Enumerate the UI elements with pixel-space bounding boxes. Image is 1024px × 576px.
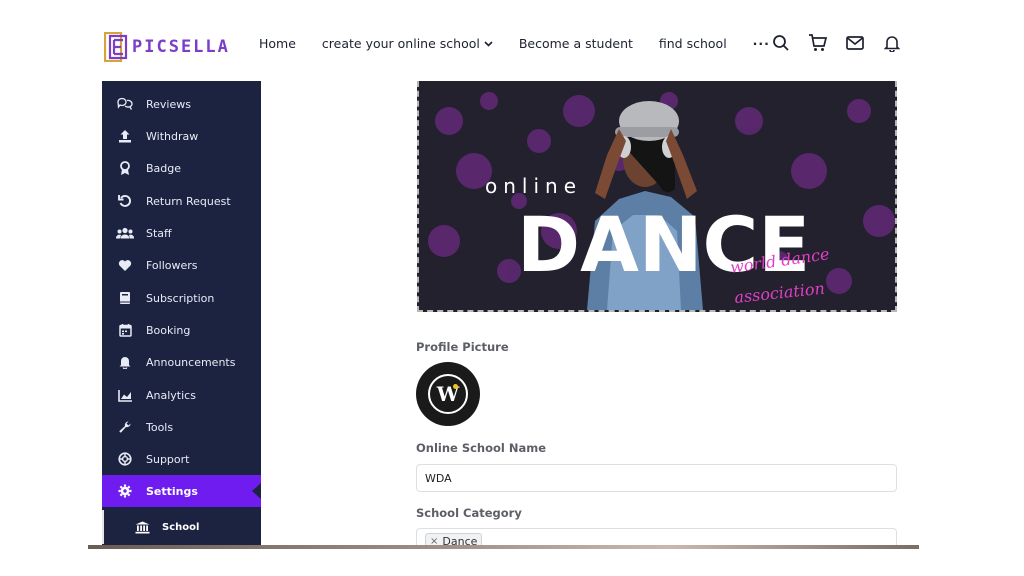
sidebar-item-booking[interactable]: Booking — [102, 314, 261, 346]
wrench-icon — [116, 419, 134, 435]
sidebar-item-label: Settings — [146, 484, 198, 498]
sidebar-item-settings[interactable]: Settings — [102, 475, 261, 507]
sidebar-item-announcements[interactable]: Announcements — [102, 346, 261, 378]
chart-icon — [116, 387, 134, 403]
banner-word-big: DANCE — [517, 200, 810, 289]
nav-create-school-label: create your online school — [321, 36, 480, 51]
sidebar-subitem-label: School — [162, 521, 200, 533]
logo-mark-icon — [103, 31, 128, 63]
sidebar: Reviews Withdraw Badge Return Request St… — [102, 81, 261, 545]
school-name-input[interactable]: WDA — [416, 464, 897, 492]
cover-banner[interactable]: online DANCE world dance association — [417, 81, 897, 312]
avatar-dot — [453, 384, 458, 389]
school-category-select[interactable]: × Dance — [416, 528, 897, 545]
sidebar-item-label: Booking — [146, 323, 191, 337]
sidebar-item-badge[interactable]: Badge — [102, 152, 261, 184]
avatar-logo: W — [428, 374, 468, 414]
upload-icon — [116, 128, 134, 144]
sidebar-item-label: Reviews — [146, 97, 191, 111]
nav-create-school[interactable]: create your online school — [322, 36, 493, 51]
calendar-icon — [116, 322, 134, 338]
sidebar-item-label: Badge — [146, 161, 182, 175]
mail-icon[interactable] — [844, 32, 866, 54]
book-icon — [116, 290, 134, 306]
bell-icon[interactable] — [881, 32, 903, 54]
undo-icon — [116, 193, 134, 209]
bottom-strip — [88, 545, 919, 549]
brand-name: PICSELLA — [132, 37, 230, 57]
school-name-value: WDA — [425, 471, 452, 485]
profile-picture[interactable]: W — [416, 362, 480, 426]
school-category-label: School Category — [416, 506, 522, 520]
profile-picture-label: Profile Picture — [416, 340, 509, 354]
sidebar-subitem-school[interactable]: School — [102, 510, 261, 544]
chevron-down-icon — [484, 40, 493, 47]
sidebar-item-reviews[interactable]: Reviews — [102, 88, 261, 120]
sidebar-item-followers[interactable]: Followers — [102, 249, 261, 281]
header-actions — [755, 32, 903, 54]
sidebar-item-label: Analytics — [146, 388, 196, 402]
sidebar-item-label: Support — [146, 452, 190, 466]
main-nav: Home create your online school Become a … — [259, 36, 796, 51]
sidebar-item-return-request[interactable]: Return Request — [102, 185, 261, 217]
sidebar-item-label: Followers — [146, 258, 198, 272]
sidebar-item-subscription[interactable]: Subscription — [102, 282, 261, 314]
tag-remove-icon[interactable]: × — [430, 536, 438, 545]
brand-logo[interactable]: PICSELLA — [103, 31, 230, 63]
sidebar-item-staff[interactable]: Staff — [102, 217, 261, 249]
bank-icon — [134, 520, 150, 534]
category-tag: × Dance — [425, 533, 483, 545]
banner-word-small: online — [485, 174, 582, 198]
sidebar-item-analytics[interactable]: Analytics — [102, 379, 261, 411]
bell-icon — [116, 354, 134, 370]
category-tag-label: Dance — [442, 535, 478, 545]
sidebar-item-withdraw[interactable]: Withdraw — [102, 120, 261, 152]
lifebuoy-icon — [116, 451, 134, 467]
sidebar-item-label: Withdraw — [146, 129, 199, 143]
school-name-label: Online School Name — [416, 441, 547, 455]
nav-become-student[interactable]: Become a student — [519, 36, 633, 51]
sidebar-item-label: Staff — [146, 226, 172, 240]
heart-icon — [116, 257, 134, 273]
badge-icon — [116, 160, 134, 176]
top-header: PICSELLA Home create your online school … — [88, 0, 919, 80]
cart-icon[interactable] — [807, 32, 829, 54]
sidebar-item-label: Tools — [146, 420, 174, 434]
sidebar-item-tools[interactable]: Tools — [102, 411, 261, 443]
sidebar-item-support[interactable]: Support — [102, 443, 261, 475]
sidebar-item-label: Return Request — [146, 194, 231, 208]
search-icon[interactable] — [770, 32, 792, 54]
reviews-icon — [116, 96, 134, 112]
nav-find-school[interactable]: find school — [659, 36, 727, 51]
users-icon — [116, 225, 134, 241]
sidebar-item-label: Subscription — [146, 291, 215, 305]
gear-icon — [116, 483, 134, 499]
sidebar-item-label: Announcements — [146, 355, 236, 369]
nav-home[interactable]: Home — [259, 36, 296, 51]
